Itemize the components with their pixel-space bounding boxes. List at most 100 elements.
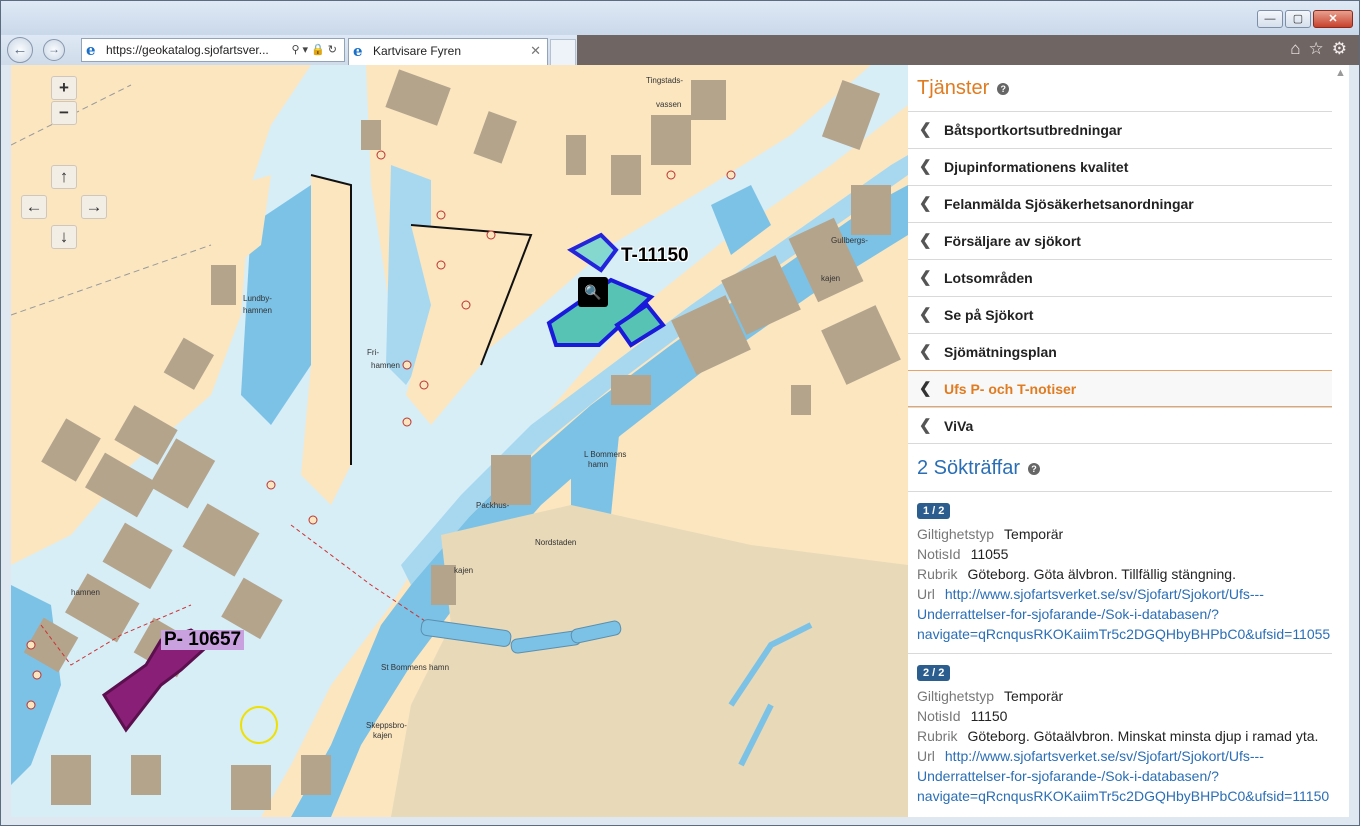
svg-text:hamn: hamn: [588, 460, 608, 469]
chevron-left-icon: ❮: [919, 232, 932, 249]
service-item[interactable]: ❮ Båtsportkortsutbredningar: [908, 111, 1332, 148]
service-item[interactable]: ❮ Se på Sjökort: [908, 296, 1332, 333]
result-url-link-cont[interactable]: navigate=qRcnqusRKOKaiimTr5c2DGQHbyBHPbC…: [917, 626, 1330, 642]
zoom-in-button[interactable]: +: [51, 76, 77, 100]
svg-text:hamnen: hamnen: [243, 306, 272, 315]
tab-ie-icon: e: [353, 42, 363, 60]
settings-gear-icon[interactable]: ⚙: [1332, 39, 1347, 59]
map-place-frihamnen: Fri-: [367, 348, 379, 357]
svg-text:kajen: kajen: [821, 274, 840, 283]
home-icon[interactable]: ⌂: [1290, 39, 1300, 59]
service-item[interactable]: ❮ Lotsområden: [908, 259, 1332, 296]
help-icon[interactable]: ?: [1028, 462, 1041, 475]
browser-window: — ▢ ✕ ← → e https://geokatalog.sjofartsv…: [0, 0, 1360, 826]
chevron-left-icon: ❮: [919, 343, 932, 360]
service-label: Båtsportkortsutbredningar: [944, 122, 1123, 138]
result-notice-id: 11055: [970, 546, 1009, 562]
chevron-left-icon: ❮: [919, 195, 932, 212]
service-label: Försäljare av sjökort: [944, 233, 1081, 249]
tab-title: Kartvisare Fyren: [373, 44, 462, 58]
status-bar: [1, 817, 1359, 825]
address-text: https://geokatalog.sjofartsver...: [106, 43, 269, 57]
svg-text:kajen: kajen: [373, 731, 392, 740]
pan-right-button[interactable]: →: [81, 195, 107, 219]
service-item[interactable]: ❮ ViVa: [908, 407, 1332, 444]
result-heading: Göteborg. Götaälvbron. Minskat minsta dj…: [967, 728, 1319, 744]
service-item[interactable]: ❮ Djupinformationens kvalitet: [908, 148, 1332, 185]
maximize-button[interactable]: ▢: [1285, 10, 1311, 28]
services-heading: Tjänster?: [917, 77, 1010, 100]
map-place-skeppsbrokajen: Skeppsbro-: [366, 721, 407, 730]
back-button[interactable]: ←: [7, 37, 33, 63]
favorites-star-icon[interactable]: ☆: [1309, 39, 1324, 59]
service-label: Felanmälda Sjösäkerhetsanordningar: [944, 196, 1194, 212]
chevron-left-icon: ❮: [919, 380, 932, 397]
map-label-t-notice[interactable]: T-11150: [618, 246, 692, 266]
service-label: Se på Sjökort: [944, 307, 1034, 323]
results-title: 2 Sökträffar: [917, 457, 1021, 479]
scroll-up-icon[interactable]: ▲: [1335, 67, 1346, 79]
service-label: Ufs P- och T-notiser: [944, 381, 1077, 397]
result-heading: Göteborg. Göta älvbron. Tillfällig stäng…: [967, 566, 1236, 582]
service-item[interactable]: ❮ Försäljare av sjökort: [908, 222, 1332, 259]
map-place-gullbergskajen: Gullbergs-: [831, 236, 868, 245]
new-tab-button[interactable]: [550, 39, 576, 65]
result-url-link-cont[interactable]: navigate=qRcnqusRKOKaiimTr5c2DGQHbyBHPbC…: [917, 788, 1329, 804]
pan-up-button[interactable]: ↑: [51, 165, 77, 189]
service-label: Sjömätningsplan: [944, 344, 1057, 360]
ie-icon: e: [86, 41, 96, 59]
svg-text:kajen: kajen: [454, 566, 473, 575]
address-bar[interactable]: e https://geokatalog.sjofartsver... ⚲▾🔒↻: [81, 38, 345, 62]
svg-text:hamnen: hamnen: [371, 361, 400, 370]
services-title: Tjänster: [917, 77, 990, 99]
chevron-left-icon: ❮: [919, 158, 932, 175]
tab-close-icon[interactable]: ✕: [530, 39, 541, 63]
service-item[interactable]: ❮ Felanmälda Sjösäkerhetsanordningar: [908, 185, 1332, 222]
forward-button[interactable]: →: [43, 39, 65, 61]
map-place-l-bommens-hamn: L Bommens: [584, 450, 626, 459]
chevron-left-icon: ❮: [919, 269, 932, 286]
browser-tab[interactable]: e Kartvisare Fyren ✕: [348, 38, 548, 65]
pan-down-button[interactable]: ↓: [51, 225, 77, 249]
service-label: Djupinformationens kvalitet: [944, 159, 1129, 175]
magnifier-search-icon[interactable]: 🔍: [578, 277, 608, 307]
zoom-out-button[interactable]: −: [51, 101, 77, 125]
result-type: Temporär: [1004, 688, 1064, 704]
result-url-link[interactable]: http://www.sjofartsverket.se/sv/Sjofart/…: [945, 748, 1264, 764]
map-place-st-bommens-hamn: St Bommens hamn: [381, 663, 449, 672]
side-panel: Tjänster? ❮ Båtsportkortsutbredningar ❮ Dj…: [908, 65, 1333, 817]
result-url-link-cont[interactable]: Underrattelser-for-sjofarande-/Sok-i-dat…: [917, 606, 1219, 622]
service-item[interactable]: ❮ Sjömätningsplan: [908, 333, 1332, 370]
result-badge: 1 / 2: [917, 503, 951, 519]
map-place-tingstadsvassen: Tingstads-: [646, 76, 683, 85]
chevron-left-icon: ❮: [919, 121, 932, 138]
svg-text:vassen: vassen: [656, 100, 681, 109]
minimize-button[interactable]: —: [1257, 10, 1283, 28]
map-place-nordstaden: Nordstaden: [535, 538, 576, 547]
service-label: Lotsområden: [944, 270, 1033, 286]
result-url-link[interactable]: http://www.sjofartsverket.se/sv/Sjofart/…: [945, 586, 1264, 602]
map-label-p-notice[interactable]: P- 10657: [161, 630, 245, 650]
title-bar: — ▢ ✕: [1, 1, 1359, 35]
address-controls[interactable]: ⚲▾🔒↻: [292, 39, 341, 61]
close-window-button[interactable]: ✕: [1313, 10, 1353, 28]
map-place-packhuskajen: Packhus-: [476, 501, 510, 510]
chevron-left-icon: ❮: [919, 306, 932, 323]
service-item-active[interactable]: ❮ Ufs P- och T-notiser: [908, 370, 1332, 407]
chevron-left-icon: ❮: [919, 417, 932, 434]
svg-text:hamnen: hamnen: [71, 588, 100, 597]
page-content: Lundby- hamnen Fri- hamnen Tingstads- va…: [11, 65, 1333, 817]
navigation-bar: ← → e https://geokatalog.sjofartsver... …: [1, 35, 1359, 65]
result-type: Temporär: [1004, 526, 1064, 542]
map-viewer[interactable]: Lundby- hamnen Fri- hamnen Tingstads- va…: [11, 65, 908, 817]
help-icon[interactable]: ?: [997, 82, 1010, 95]
pan-left-button[interactable]: ←: [21, 195, 47, 219]
service-label: ViVa: [944, 418, 974, 434]
result-item: 1 / 2 Giltighetstyp Temporär NotisId 11055…: [908, 491, 1332, 653]
result-item: 2 / 2 Giltighetstyp Temporär NotisId 11150…: [908, 653, 1332, 817]
results-heading: 2 Sökträffar?: [917, 457, 1041, 480]
map-place-lundbyhamnen: Lundby-: [243, 294, 272, 303]
result-url-link-cont[interactable]: Underrattelser-for-sjofarande-/Sok-i-dat…: [917, 768, 1219, 784]
result-badge: 2 / 2: [917, 665, 951, 681]
panel-scrollbar[interactable]: ▲: [1333, 65, 1349, 817]
